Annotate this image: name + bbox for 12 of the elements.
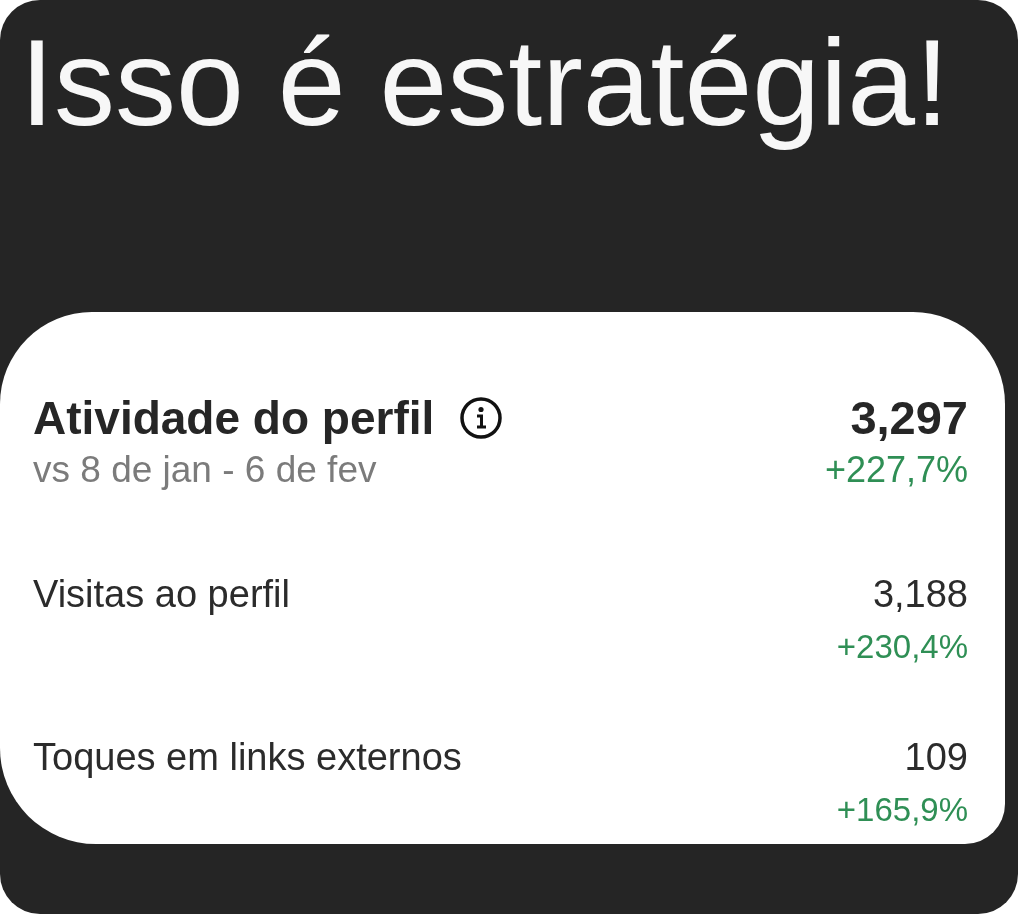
period-text: vs 8 de jan - 6 de fev xyxy=(33,448,377,492)
metric-value: 109 xyxy=(904,735,968,779)
change-percent: +227,7% xyxy=(824,448,968,492)
metric-label: Visitas ao perfil xyxy=(33,572,290,616)
card-title: Atividade do perfil xyxy=(33,391,435,446)
metric-label: Toques em links externos xyxy=(33,735,462,779)
total-value: 3,297 xyxy=(850,390,968,446)
metric-value: 3,188 xyxy=(872,572,968,616)
change-percent: +230,4% xyxy=(836,627,968,667)
headline: Isso é estratégia! xyxy=(20,14,950,153)
info-icon[interactable] xyxy=(460,397,503,439)
change-percent: +165,9% xyxy=(836,790,968,830)
